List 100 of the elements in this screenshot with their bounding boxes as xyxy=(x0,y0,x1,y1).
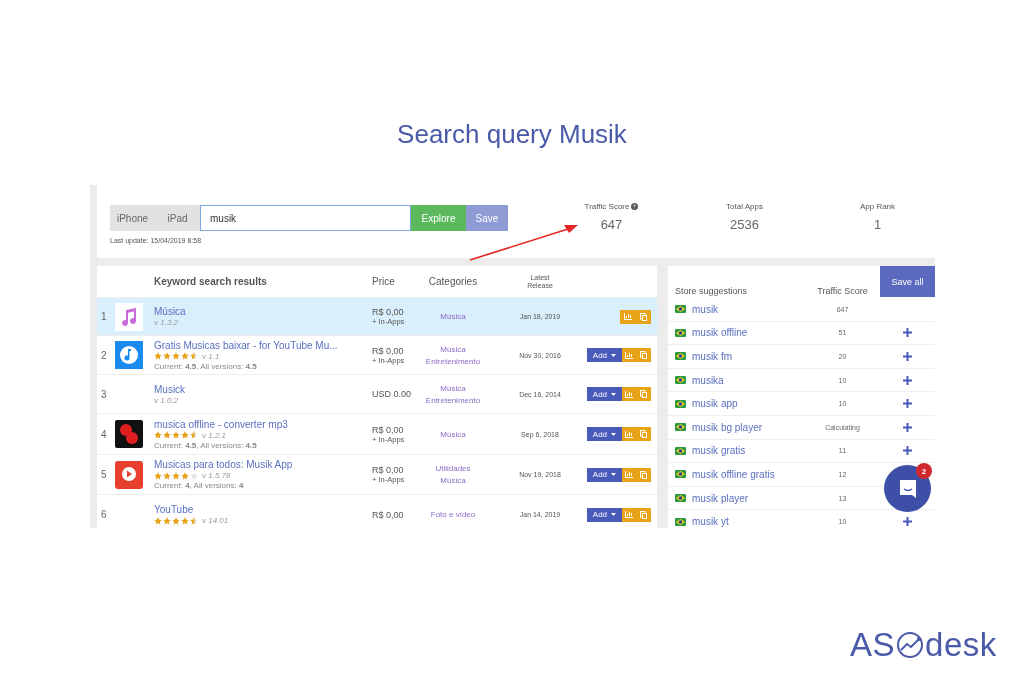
add-icon[interactable] xyxy=(903,399,912,409)
category-link[interactable]: Música xyxy=(440,429,466,439)
copy-icon[interactable] xyxy=(640,510,648,519)
add-button[interactable]: Add xyxy=(587,427,622,441)
add-icon[interactable] xyxy=(903,517,912,527)
flag-icon xyxy=(675,305,686,314)
version-text: v 1.0.2 xyxy=(154,395,178,405)
version-text: v 1.5.78 xyxy=(202,471,231,480)
category-link[interactable]: Música xyxy=(440,344,466,354)
copy-icon[interactable] xyxy=(640,312,647,321)
copy-icon[interactable] xyxy=(640,470,648,479)
version-text: v 14.01 xyxy=(202,516,229,525)
chart-icon[interactable] xyxy=(624,313,632,320)
device-tab[interactable]: iPhone xyxy=(110,205,155,231)
keyword-link[interactable]: musik yt xyxy=(692,516,805,528)
app-name-link[interactable]: Gratis Musicas baixar - for YouTube Mu... xyxy=(154,339,372,351)
flag-icon xyxy=(675,399,686,408)
keyword-link[interactable]: musik gratis xyxy=(692,445,805,457)
version-text: v 1.1 xyxy=(202,351,220,361)
flag-icon xyxy=(675,517,686,526)
column-header: Price xyxy=(372,276,396,287)
caret-icon xyxy=(611,392,617,396)
flag-icon xyxy=(675,446,686,455)
add-icon[interactable] xyxy=(903,422,912,432)
chart-icon[interactable] xyxy=(625,471,634,478)
help-icon xyxy=(631,203,639,210)
chart-icon[interactable] xyxy=(625,511,634,518)
copy-icon[interactable] xyxy=(640,351,648,359)
add-icon[interactable] xyxy=(903,352,912,361)
app-name-link[interactable]: Música xyxy=(154,306,372,317)
keyword-link[interactable]: musik fm xyxy=(692,351,805,362)
rating-text: Current: 4.5, All versions: 4.5 xyxy=(154,361,258,371)
category-link[interactable]: Foto e vídeo xyxy=(430,510,476,519)
stat-value: 647 xyxy=(600,217,623,232)
add-icon[interactable] xyxy=(903,446,912,456)
copy-icon[interactable] xyxy=(640,390,648,398)
chart-icon[interactable] xyxy=(625,390,634,398)
flag-icon xyxy=(675,376,686,385)
stat-label: Traffic Score xyxy=(584,202,630,211)
price-text: R$ 0,00 xyxy=(372,424,405,435)
logo: AS desk xyxy=(850,628,997,661)
rating-text: Current: 4, All versions: 4 xyxy=(154,481,245,490)
stat-value: 2536 xyxy=(730,217,759,232)
caret-icon xyxy=(611,353,617,357)
price-text: R$ 0,00 xyxy=(372,465,405,475)
device-tab[interactable]: iPad xyxy=(155,205,200,231)
keyword-link[interactable]: musik offline gratis xyxy=(692,468,805,480)
app-name-link[interactable]: musica offline - converter mp3 xyxy=(154,418,372,430)
keyword-link[interactable]: musika xyxy=(692,374,805,386)
app-name-link[interactable]: YouTube xyxy=(154,504,372,515)
price-text: R$ 0,00 xyxy=(372,307,405,317)
add-button[interactable]: Add xyxy=(587,507,622,522)
stat-value: 1 xyxy=(873,217,882,232)
music-note-icon xyxy=(115,341,143,369)
category-link[interactable]: Entretenimento xyxy=(425,356,481,366)
rank-number: 3 xyxy=(100,388,108,400)
version-text: v 1.2.1 xyxy=(202,430,226,440)
keyword-link[interactable]: musik offline xyxy=(692,327,805,339)
category-link[interactable]: Música xyxy=(440,312,466,321)
flag-icon xyxy=(675,352,686,361)
copy-icon[interactable] xyxy=(640,430,648,438)
rank-number: 4 xyxy=(100,428,108,440)
save-all-button[interactable]: Save all xyxy=(880,266,935,297)
flag-icon xyxy=(675,328,686,337)
rank-number: 5 xyxy=(100,469,108,480)
category-link[interactable]: Utilidades xyxy=(435,464,471,473)
keyword-link[interactable]: musik player xyxy=(692,492,805,504)
category-link[interactable]: Música xyxy=(440,476,466,485)
price-text: R$ 0,00 xyxy=(372,345,405,356)
keyword-link[interactable]: musik app xyxy=(692,398,805,410)
rank-number: 6 xyxy=(100,509,108,520)
music-note-icon xyxy=(115,302,143,331)
keyword-link[interactable]: musik bg player xyxy=(692,421,805,433)
add-button[interactable]: Add xyxy=(587,467,622,482)
search-field[interactable]: musik xyxy=(200,205,411,231)
flag-icon xyxy=(675,494,686,503)
column-header: Keyword search results xyxy=(153,276,268,287)
chart-icon[interactable] xyxy=(625,351,634,359)
stat-label: Total Apps xyxy=(726,202,763,211)
flag-icon xyxy=(675,470,686,479)
app-name-link[interactable]: Musicas para todos: Musik App xyxy=(154,459,372,470)
keyword-link[interactable]: musik xyxy=(692,303,805,315)
category-link[interactable]: Entretenimento xyxy=(425,395,481,405)
add-button[interactable]: Add xyxy=(587,387,622,401)
save-button[interactable]: Save xyxy=(466,205,508,231)
add-button[interactable]: Add xyxy=(587,348,622,362)
chat-icon xyxy=(897,478,918,499)
rank-number: 2 xyxy=(100,349,108,361)
stat-label: App Rank xyxy=(859,202,896,211)
page-title: Search query Musik xyxy=(396,118,628,150)
caret-icon xyxy=(611,473,617,476)
chart-icon[interactable] xyxy=(625,430,634,438)
rank-number: 1 xyxy=(100,311,108,322)
category-link[interactable]: Música xyxy=(440,383,466,393)
app-name-link[interactable]: Musick xyxy=(154,383,372,395)
play-icon xyxy=(115,460,143,489)
add-icon[interactable] xyxy=(903,375,912,385)
flag-icon xyxy=(675,423,686,432)
app-icon xyxy=(115,420,143,448)
add-icon[interactable] xyxy=(903,328,912,338)
